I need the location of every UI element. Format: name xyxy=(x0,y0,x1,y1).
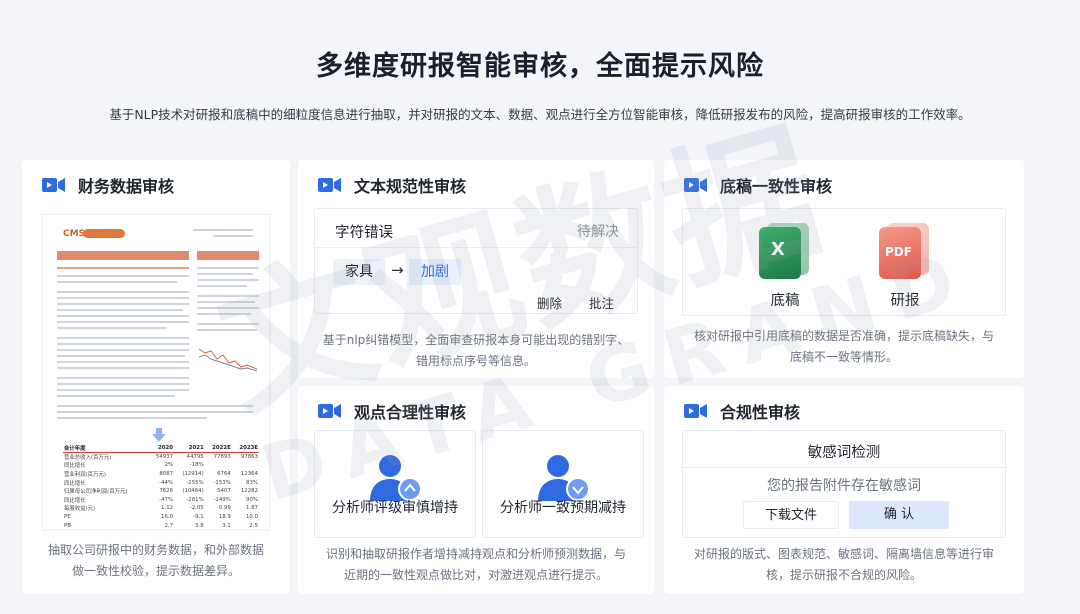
table-row: PB 2.7 3.8 3.1 2.5 xyxy=(64,522,258,529)
user-upgrade-icon xyxy=(370,455,422,501)
typo-status: 待解决 xyxy=(577,224,619,240)
report-side-heading-bar xyxy=(197,251,259,260)
typo-label: 字符错误 xyxy=(335,225,393,241)
financial-card-description: 抽取公司研报中的财务数据，和外部数据做一致性校验，提示数据差异。 xyxy=(47,543,264,578)
report-file-caption: 研报 xyxy=(890,293,920,309)
text-card-description: 基于nlp纠错模型，全面审查研报本身可能出现的错别字、 错用标点序号等信息。 xyxy=(322,333,630,368)
video-icon xyxy=(684,404,707,418)
draft-card-header: 底稿一致性审核 xyxy=(684,174,832,196)
table-row: 同比增长 -47% -281% -149% 90% xyxy=(64,496,258,504)
page-subtitle: 基于NLP技术对研报和底稿中的细粒度信息进行抽取，并对研报的文本、数据、观点进行… xyxy=(109,107,971,122)
arrow-right-icon: → xyxy=(391,261,404,279)
table-row: 每股收益(元) 1.12 -2.05 0.99 1.87 xyxy=(64,505,258,513)
video-icon xyxy=(318,404,341,418)
table-header-row: 会计年度 2020 2021 2022E 2023E xyxy=(63,444,259,454)
text-card-header: 文本规范性审核 xyxy=(318,174,466,196)
report-heading-bar xyxy=(57,251,189,260)
table-row: 同比增长 2% -18% xyxy=(64,462,204,470)
draft-consistency-card: 底稿一致性审核 X PDF 底稿 研报 核对研报中引用底稿的数据是否准确，提示底… xyxy=(664,160,1024,378)
opinion-card-header: 观点合理性审核 xyxy=(318,400,466,422)
typo-review-panel: 字符错误 待解决 家具 → 加剧 删除 批注 xyxy=(314,208,638,314)
user-downgrade-icon xyxy=(538,455,590,501)
draft-card-title: 底稿一致性审核 xyxy=(720,177,833,196)
opinion-audit-card: 观点合理性审核 分析师评级审慎增持 分析师一致预期减持 识别和抽取研报作者增持减… xyxy=(298,386,654,594)
text-audit-card: 文本规范性审核 字符错误 待解决 家具 → 加剧 删除 批注 基于nlp纠错模型… xyxy=(298,160,654,378)
video-icon xyxy=(42,178,65,192)
arrow-down-icon xyxy=(152,428,166,442)
price-chart-thumbnail xyxy=(199,348,257,372)
research-report-preview: CMS 会计年度 2020 2021 2022E 2023E 营业总收入(百万元… xyxy=(42,214,270,530)
video-icon xyxy=(318,178,341,192)
sensitive-word-dialog: 敏感词检测 您的报告附件存在敏感词 下载文件 确 认 xyxy=(682,430,1006,538)
draft-card-description: 核对研报中引用底稿的数据是否准确，提示底稿缺失，与 底稿不一致等情形。 xyxy=(693,329,994,364)
video-icon xyxy=(684,178,707,192)
opinion-card-description: 识别和抽取研报作者增持减持观点和分析师预测数据，与 近期的一致性观点做比对，对激… xyxy=(325,547,626,582)
compliance-card-title: 合规性审核 xyxy=(720,403,801,422)
page-title: 多维度研报智能审核，全面提示风险 xyxy=(316,51,764,82)
table-row: 同比增长 -44% -255% -153% 83% xyxy=(64,479,258,487)
typo-original-word: 家具 xyxy=(333,259,385,285)
table-row: PE 16.0 -9.1 18.9 10.0 xyxy=(64,514,258,521)
analyst-rating-caption: 分析师评级审慎增持 xyxy=(332,500,458,516)
delete-button[interactable]: 删除 xyxy=(537,293,562,312)
financial-summary-table: 会计年度 2020 2021 2022E 2023E 营业总收入(百万元) 549… xyxy=(63,444,259,529)
compliance-card-header: 合规性审核 xyxy=(684,400,800,422)
typo-suggested-word[interactable]: 加剧 xyxy=(409,259,461,285)
table-row: 归属母公司净利润(百万元) 7626 (10464) 5407 12282 xyxy=(64,488,258,496)
analyst-consensus-caption: 分析师一致预期减持 xyxy=(500,500,626,516)
broker-logo: CMS xyxy=(63,229,86,239)
annotate-button[interactable]: 批注 xyxy=(589,293,614,312)
broker-name-stamp xyxy=(83,229,125,238)
analyst-rating-panel: 分析师评级审慎增持 xyxy=(314,430,476,538)
analyst-consensus-panel: 分析师一致预期减持 xyxy=(482,430,644,538)
table-row: 营业总收入(百万元) 54937 44795 77893 97863 xyxy=(64,454,258,462)
compliance-audit-card: 合规性审核 敏感词检测 您的报告附件存在敏感词 下载文件 确 认 对研报的版式、… xyxy=(664,386,1024,594)
financial-card-header: 财务数据审核 xyxy=(42,174,174,196)
dialog-message: 您的报告附件存在敏感词 xyxy=(767,478,921,494)
pdf-file-icon: PDF xyxy=(879,223,929,279)
excel-file-icon: X xyxy=(759,223,809,279)
confirm-button[interactable]: 确 认 xyxy=(849,501,949,529)
opinion-card-title: 观点合理性审核 xyxy=(354,403,467,422)
dialog-title: 敏感词检测 xyxy=(807,445,881,461)
download-file-button[interactable]: 下载文件 xyxy=(743,501,839,529)
table-row: 营业利润(百万元) 8087 (12914) 6764 12364 xyxy=(64,471,258,479)
draft-file-caption: 底稿 xyxy=(770,293,800,309)
text-card-title: 文本规范性审核 xyxy=(354,177,467,196)
compliance-card-description: 对研报的版式、图表规范、敏感词、隔离墙信息等进行审 核，提示研报不合规的风险。 xyxy=(693,547,994,582)
file-compare-panel: X PDF 底稿 研报 xyxy=(682,208,1006,316)
financial-card-title: 财务数据审核 xyxy=(78,177,175,196)
